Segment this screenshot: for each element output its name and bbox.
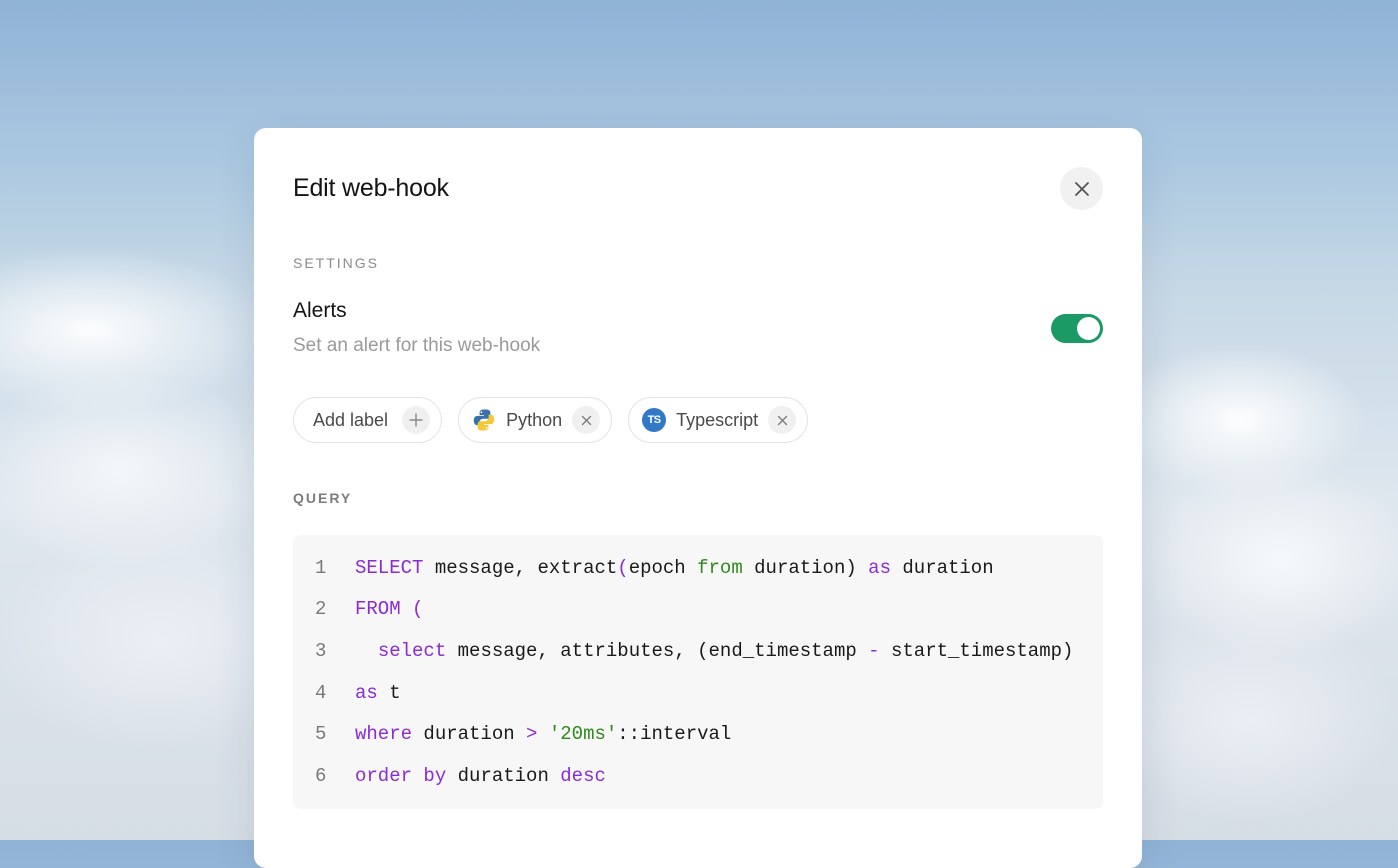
code-text: order by duration desc [355,764,606,787]
remove-typescript-label-button[interactable] [768,406,797,434]
line-number: 2 [315,598,327,621]
label-chip-python[interactable]: Python [458,397,613,443]
query-code-editor[interactable]: 1 SELECT message, extract(epoch from dur… [293,535,1103,809]
edit-webhook-modal: Edit web-hook SETTINGS Alerts Set an ale… [254,128,1142,868]
close-icon [777,415,787,425]
code-line: 2 FROM ( [293,589,1103,631]
add-label-button[interactable] [402,406,431,434]
code-token: '20ms' [548,723,618,746]
code-line: 3 select message, attributes, (end_times… [293,630,1103,672]
code-token: from [697,556,743,579]
alerts-title: Alerts [293,299,347,322]
code-text: as t [355,681,401,704]
line-number: 6 [315,764,327,787]
add-label-text: Add label [313,409,389,430]
modal-title: Edit web-hook [293,174,449,202]
code-token: desc [560,764,606,787]
line-number: 5 [315,723,327,746]
code-token: > [514,723,549,746]
python-logo-icon [473,409,495,431]
code-line: 6 order by duration desc [293,755,1103,797]
plus-icon [409,413,423,427]
toggle-knob [1077,317,1100,340]
typescript-logo-icon: TS [642,408,667,432]
code-token: - [856,639,891,662]
code-token: order [355,764,413,787]
line-number: 4 [315,681,327,704]
code-token: FROM [355,598,401,621]
code-line: 1 SELECT message, extract(epoch from dur… [293,547,1103,589]
code-token: ( [400,598,424,621]
add-label-chip[interactable]: Add label [293,397,443,443]
code-text: where duration > '20ms'::interval [355,723,732,746]
close-icon [581,415,591,425]
query-section-label: QUERY [293,490,353,506]
line-number: 3 [315,639,327,662]
label-chip-python-text: Python [506,409,563,430]
code-token: select [377,639,447,662]
alerts-description: Set an alert for this web-hook [293,335,541,356]
code-token: as [868,556,891,579]
close-icon [1074,181,1089,196]
remove-python-label-button[interactable] [572,406,601,434]
label-chip-typescript-text: Typescript [676,409,759,430]
close-button[interactable] [1060,167,1103,210]
code-text: select message, attributes, (end_timesta… [377,639,1074,662]
code-token: ( [617,556,629,579]
code-token: by [423,764,447,787]
label-chips: Add label Python TS Typescript [293,397,809,443]
code-line: 4 as t [293,672,1103,714]
code-token: as [355,681,378,704]
alerts-toggle[interactable] [1051,314,1103,343]
code-token: SELECT [355,556,424,579]
code-text: FROM ( [355,598,423,620]
settings-section-label: SETTINGS [293,255,380,271]
code-line: 5 where duration > '20ms'::interval [293,713,1103,755]
code-token: where [355,723,413,746]
line-number: 1 [315,556,327,579]
code-text: SELECT message, extract(epoch from durat… [355,556,994,579]
label-chip-typescript[interactable]: TS Typescript [628,397,809,443]
